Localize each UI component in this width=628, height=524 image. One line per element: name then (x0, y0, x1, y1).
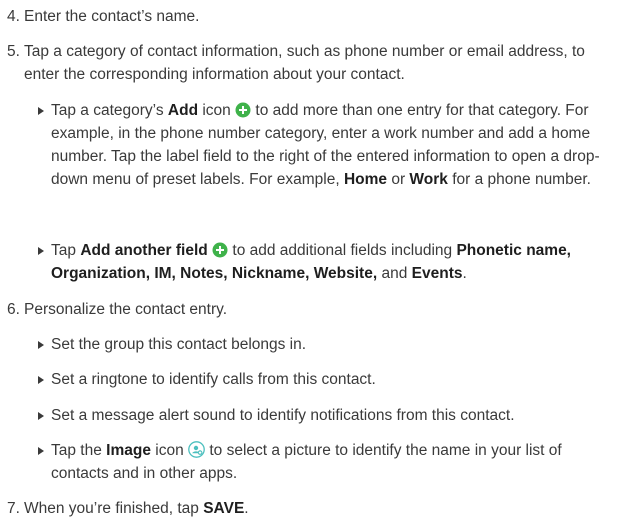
add-label: Add (167, 102, 199, 119)
step-number: 5. (7, 43, 20, 60)
bullet-arrow-icon (38, 447, 44, 455)
step-7: 7. When you’re finished, tap SAVE. (7, 497, 619, 520)
add-another-field-label: Add another field (80, 242, 208, 259)
bullet-arrow-icon (38, 247, 44, 255)
step-number: 6. (7, 301, 20, 318)
contact-image-icon (188, 441, 205, 458)
home-label: Home (343, 171, 388, 188)
work-label: Work (409, 171, 448, 188)
bullet-arrow-icon (38, 412, 44, 420)
step-6: 6. Personalize the contact entry. (7, 298, 619, 321)
bullet-text: Tap a category’s Add icon to add more th… (51, 102, 600, 188)
save-label: SAVE (203, 500, 245, 517)
step-text: Personalize the contact entry. (24, 301, 228, 318)
bullet-text: Set a ringtone to identify calls from th… (51, 371, 376, 388)
bullet-text: Set the group this contact belongs in. (51, 336, 307, 353)
step-text: When you’re finished, tap SAVE. (24, 500, 249, 517)
step-number: 4. (7, 8, 20, 25)
bullet-add-field: Tap Add another field to add additional … (34, 239, 614, 285)
bullet-group: Set the group this contact belongs in. (34, 333, 614, 356)
bullet-text: Set a message alert sound to identify no… (51, 407, 515, 424)
step-5: 5. Tap a category of contact information… (7, 40, 619, 86)
bullet-alert-sound: Set a message alert sound to identify no… (34, 404, 614, 427)
bullet-arrow-icon (38, 376, 44, 384)
step-text: Enter the contact’s name. (24, 8, 200, 25)
events-label: Events (411, 265, 463, 282)
image-label: Image (106, 442, 151, 459)
bullet-add-icon: Tap a category’s Add icon to add more th… (34, 99, 614, 191)
bullet-text: Tap Add another field to add additional … (51, 242, 571, 282)
manual-page: 4. Enter the contact’s name. 5. Tap a ca… (0, 0, 628, 524)
bullet-image: Tap the Image icon to select a picture t… (34, 439, 614, 485)
plus-circle-icon (235, 102, 251, 118)
step-number: 7. (7, 500, 20, 517)
step-4: 4. Enter the contact’s name. (7, 5, 619, 28)
bullet-arrow-icon (38, 341, 44, 349)
plus-circle-icon (212, 242, 228, 258)
bullet-arrow-icon (38, 107, 44, 115)
bullet-ringtone: Set a ringtone to identify calls from th… (34, 368, 614, 391)
step-text: Tap a category of contact information, s… (24, 43, 585, 83)
bullet-text: Tap the Image icon to select a picture t… (51, 441, 562, 482)
